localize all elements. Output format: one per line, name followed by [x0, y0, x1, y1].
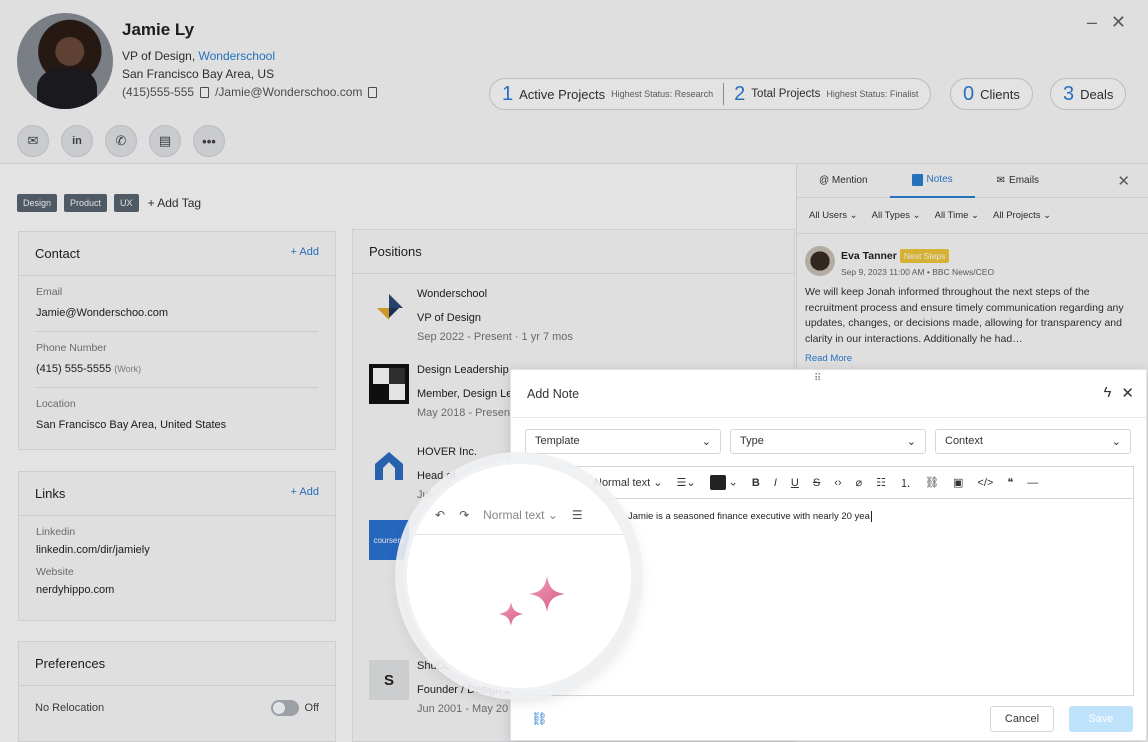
horizontal-rule-icon[interactable]: —	[1027, 477, 1038, 489]
chevron-down-icon: ⌄	[906, 436, 916, 448]
sparkle-icon	[499, 576, 565, 626]
editor-content[interactable]: Jamie is a seasoned finance executive wi…	[628, 511, 872, 522]
attach-link-icon[interactable]: ⛓	[531, 711, 548, 727]
editor-toolbar: Normal text ⌄ ☰⌄ ⌄ B I U S ‹› ⌀ ☷ ⒈ ⛓ ▣ …	[525, 466, 1134, 498]
text-style-label: Normal text	[594, 477, 651, 489]
italic-icon[interactable]: I	[774, 477, 777, 489]
context-select[interactable]: Context ⌄	[935, 429, 1131, 454]
text-color-button[interactable]: ⌄	[709, 475, 738, 490]
template-select[interactable]: Template ⌄	[525, 429, 721, 454]
align-icon[interactable]: ☰	[572, 508, 583, 522]
type-select[interactable]: Type ⌄	[730, 429, 926, 454]
close-icon[interactable]: ✕	[1121, 384, 1134, 402]
strikethrough-icon[interactable]: S	[813, 477, 820, 489]
modal-divider	[511, 417, 1146, 418]
drag-handle-icon[interactable]: ⠿	[814, 373, 822, 384]
modal-controls: ϟ ✕	[1103, 384, 1134, 402]
modal-title: Add Note	[527, 387, 580, 401]
code-block-icon[interactable]: </>	[977, 477, 993, 489]
context-label: Context	[945, 435, 983, 447]
save-button[interactable]: Save	[1069, 706, 1133, 732]
magnifier-lens: ↶ ↷ Normal text ⌄ ☰	[403, 460, 635, 692]
color-swatch-icon	[709, 475, 726, 490]
redo-icon[interactable]: ↷	[459, 508, 469, 522]
link-icon[interactable]: ⛓	[925, 476, 939, 489]
numbered-list-icon[interactable]: ⒈	[900, 475, 911, 491]
align-icon[interactable]: ☰⌄	[677, 476, 696, 489]
bold-icon[interactable]: B	[752, 477, 760, 489]
chevron-down-icon: ⌄	[1111, 436, 1121, 448]
image-icon[interactable]: ▣	[953, 476, 963, 489]
lens-toolbar: ↶ ↷ Normal text ⌄ ☰	[435, 508, 583, 522]
undo-icon[interactable]: ↶	[435, 508, 445, 522]
bullet-list-icon[interactable]: ☷	[876, 476, 886, 489]
lightning-icon[interactable]: ϟ	[1103, 384, 1111, 402]
clear-format-icon[interactable]: ⌀	[856, 476, 863, 489]
text-style-select[interactable]: Normal text ⌄	[594, 476, 663, 489]
code-icon[interactable]: ‹›	[834, 477, 841, 489]
lens-text-style[interactable]: Normal text ⌄	[483, 508, 558, 522]
lens-text-style-label: Normal text	[483, 508, 545, 522]
type-label: Type	[740, 435, 764, 447]
cancel-button[interactable]: Cancel	[990, 706, 1054, 732]
underline-icon[interactable]: U	[791, 477, 799, 489]
template-label: Template	[535, 435, 580, 447]
lens-divider	[407, 534, 631, 535]
chevron-down-icon: ⌄	[701, 436, 711, 448]
quote-icon[interactable]: ❝	[1007, 476, 1013, 489]
